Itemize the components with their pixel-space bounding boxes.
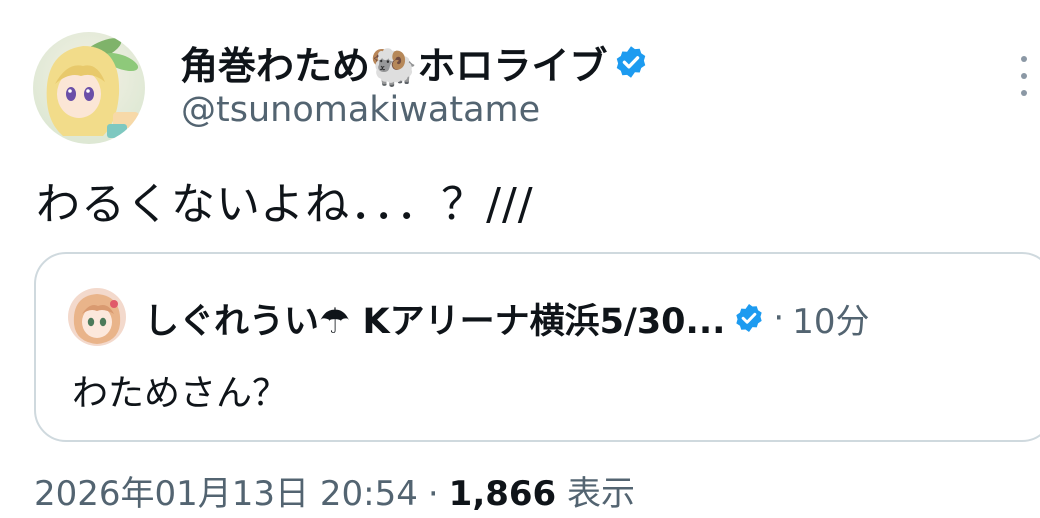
verified-badge-icon xyxy=(733,302,765,334)
author-name[interactable]: 角巻わため🐏ホロライブ xyxy=(180,35,607,90)
quote-text: わためさん？ xyxy=(72,373,289,414)
more-options-icon[interactable] xyxy=(1010,56,1038,96)
author-handle[interactable]: @tsunomakiwatame xyxy=(181,90,540,130)
timestamp[interactable]: 2026年01月13日 20:54 xyxy=(34,466,418,515)
quote-time[interactable]: 10分 xyxy=(792,294,869,343)
views-label: 表示 xyxy=(567,474,636,514)
quote-author-avatar xyxy=(68,288,126,346)
author-avatar[interactable] xyxy=(33,32,145,144)
more-dot xyxy=(1021,73,1027,79)
verified-badge-icon xyxy=(613,44,649,80)
more-dot xyxy=(1021,90,1027,96)
tweet-footer: 2026年01月13日 20:54 · 1,866 表示 xyxy=(34,466,635,515)
more-dot xyxy=(1021,56,1027,62)
quote-separator: · xyxy=(773,298,785,338)
quote-author-name: しぐれうい☂ Kアリーナ横浜5/30... xyxy=(144,301,726,342)
author-name-row: 角巻わため🐏ホロライブ xyxy=(180,36,649,88)
footer-separator: · xyxy=(427,474,439,514)
quoted-tweet-card[interactable]: しぐれうい☂ Kアリーナ横浜5/30... · 10分 わためさん？ xyxy=(34,252,1040,442)
tweet-text: わるくないよね．．．？/// xyxy=(36,179,534,230)
views-count: 1,866 xyxy=(448,474,557,514)
quote-header: しぐれうい☂ Kアリーナ横浜5/30... · 10分 xyxy=(144,292,870,344)
tweet-detail: 角巻わため🐏ホロライブ @tsunomakiwatame わるくないよね．．．？… xyxy=(0,0,1040,518)
